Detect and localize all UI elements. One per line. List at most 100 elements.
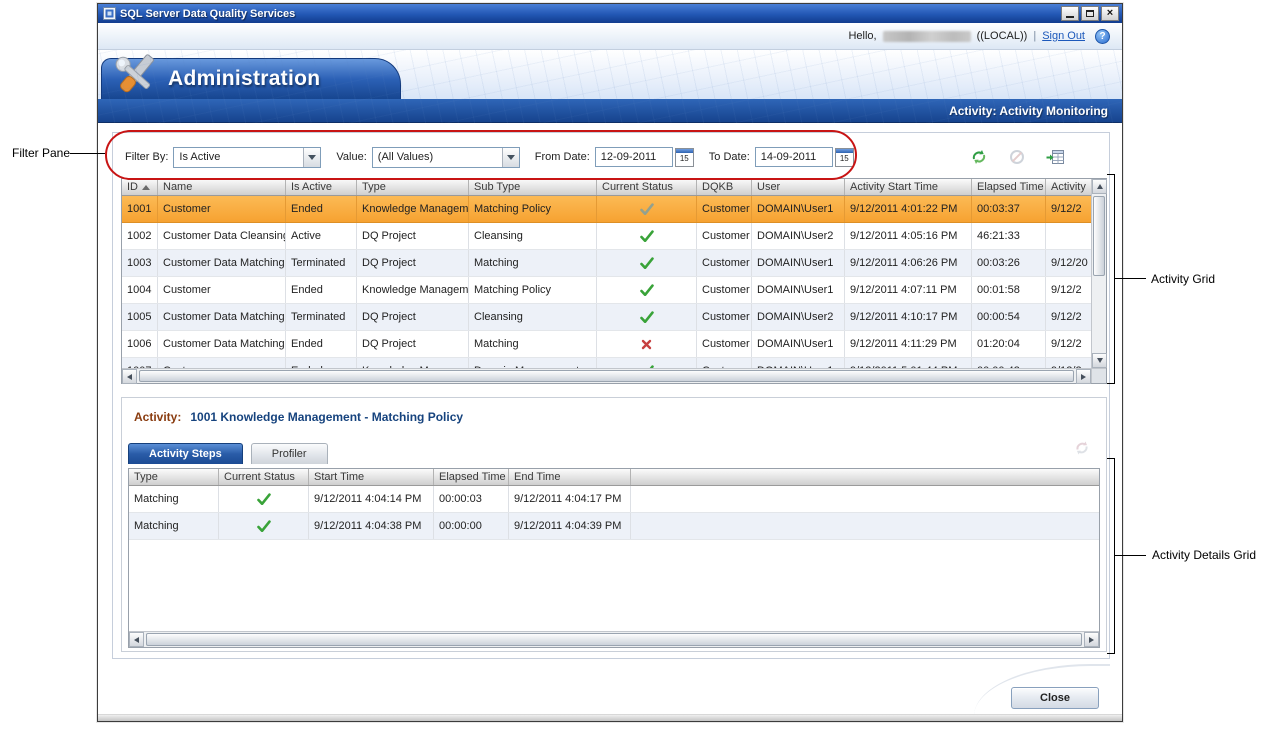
cell-elapsed: 00:03:26 (972, 250, 1046, 276)
chevron-down-icon[interactable] (502, 148, 519, 167)
calendar-icon[interactable]: 15 (675, 148, 694, 167)
column-header-elapsed[interactable]: Elapsed Time (972, 179, 1046, 195)
cell-user: DOMAIN\User1 (752, 358, 845, 368)
cell-dqkb: Customer (697, 223, 752, 249)
activity-value: 1001 Knowledge Management - Matching Pol… (190, 410, 463, 424)
sign-out-link[interactable]: Sign Out (1042, 30, 1085, 42)
scroll-left-button[interactable] (122, 369, 137, 384)
column-header-start-time[interactable]: Activity Start Time (845, 179, 972, 195)
to-date-label: To Date: (709, 151, 750, 163)
column-header-current-status[interactable]: Current Status (597, 179, 697, 195)
column-header-activity-end[interactable]: Activity (1046, 179, 1091, 195)
horizontal-scrollbar[interactable] (122, 368, 1091, 383)
cell-current-status (597, 331, 697, 357)
cell-type: Matching (129, 486, 219, 512)
filter-by-dropdown[interactable]: Is Active (173, 147, 321, 168)
tab-activity-steps[interactable]: Activity Steps (128, 443, 243, 464)
cell-sub-type: Matching Policy (469, 196, 597, 222)
tab-profiler[interactable]: Profiler (251, 443, 328, 464)
column-header-current-status[interactable]: Current Status (219, 469, 309, 485)
cell-user: DOMAIN\User2 (752, 304, 845, 330)
column-header-is-active[interactable]: Is Active (286, 179, 357, 195)
cell-start-time: 9/12/2011 4:06:26 PM (845, 250, 972, 276)
cell-is-active: Terminated (286, 250, 357, 276)
to-date-value: 14-09-2011 (761, 151, 816, 163)
cell-dqkb: Customer (697, 358, 752, 368)
grid-toolbar (969, 148, 1065, 166)
close-window-button[interactable]: × (1101, 6, 1119, 21)
column-header-name[interactable]: Name (158, 179, 286, 195)
scrollbar-thumb[interactable] (139, 370, 1074, 382)
chevron-down-icon[interactable] (303, 148, 320, 167)
cell-elapsed: 00:01:58 (972, 277, 1046, 303)
column-header-dqkb[interactable]: DQKB (697, 179, 752, 195)
cell-start-time: 9/12/2011 4:04:14 PM (309, 486, 434, 512)
scrollbar-thumb[interactable] (1093, 196, 1105, 276)
horizontal-scrollbar[interactable] (129, 631, 1099, 647)
scroll-right-button[interactable] (1076, 369, 1091, 384)
column-header-start-time[interactable]: Start Time (309, 469, 434, 485)
value-dropdown[interactable]: (All Values) (372, 147, 520, 168)
table-row[interactable]: 1003 Customer Data Matching Terminated D… (122, 250, 1091, 277)
cell-elapsed: 00:03:37 (972, 196, 1046, 222)
cell-activity-end: 9/12/2 (1046, 304, 1091, 330)
scrollbar-thumb[interactable] (146, 633, 1082, 646)
restore-button[interactable] (1081, 6, 1099, 21)
status-failed-icon (641, 339, 652, 350)
annotation-activity-details-grid: Activity Details Grid (1152, 548, 1256, 562)
cell-sub-type: Matching Policy (469, 277, 597, 303)
cell-current-status (597, 223, 697, 249)
cell-activity-end: 9/12/2 (1046, 358, 1091, 368)
table-row[interactable]: 1002 Customer Data Cleansing Active DQ P… (122, 223, 1091, 250)
column-header-type[interactable]: Type (129, 469, 219, 485)
scroll-up-button[interactable] (1092, 179, 1107, 194)
cell-type: Knowledge Management (357, 358, 469, 368)
titlebar: SQL Server Data Quality Services × (98, 4, 1122, 23)
table-row[interactable]: 1005 Customer Data Matching Terminated D… (122, 304, 1091, 331)
username-redacted (883, 31, 971, 42)
help-icon[interactable] (1095, 29, 1110, 44)
from-date-input[interactable]: 12-09-2011 (595, 147, 673, 167)
table-row[interactable]: 1001 Customer Ended Knowledge Management… (122, 196, 1091, 223)
vertical-scrollbar[interactable] (1091, 179, 1106, 368)
scroll-down-button[interactable] (1092, 353, 1107, 368)
annotation-bracket-activity-grid (1107, 174, 1115, 384)
refresh-icon[interactable] (969, 148, 989, 166)
column-header-end-time[interactable]: End Time (509, 469, 631, 485)
cell-sub-type: Domain Management (469, 358, 597, 368)
status-success-icon (640, 257, 654, 269)
column-header-type[interactable]: Type (357, 179, 469, 195)
window: SQL Server Data Quality Services × Hello… (97, 3, 1123, 722)
table-row[interactable]: 1007 Customer Ended Knowledge Management… (122, 358, 1091, 368)
details-grid-header: Type Current Status Start Time Elapsed T… (129, 469, 1099, 486)
column-header-user[interactable]: User (752, 179, 845, 195)
cell-start-time: 9/12/2011 4:11:29 PM (845, 331, 972, 357)
table-row[interactable]: 1004 Customer Ended Knowledge Management… (122, 277, 1091, 304)
calendar-day: 15 (676, 153, 693, 165)
cell-elapsed: 01:20:04 (972, 331, 1046, 357)
cell-activity-end: 9/12/2 (1046, 277, 1091, 303)
grid-header: ID Name Is Active Type Sub Type Current … (122, 179, 1091, 196)
minimize-icon (1066, 16, 1074, 18)
column-header-filler (631, 469, 1099, 485)
close-button[interactable]: Close (1011, 687, 1099, 709)
scroll-left-button[interactable] (129, 632, 144, 647)
column-header-sub-type[interactable]: Sub Type (469, 179, 597, 195)
annotation-line (1115, 278, 1146, 279)
calendar-icon[interactable]: 15 (835, 148, 854, 167)
banner-activity-bar: Activity: Activity Monitoring (98, 99, 1122, 123)
column-header-elapsed[interactable]: Elapsed Time (434, 469, 509, 485)
table-row[interactable]: 1006 Customer Data Matching Ended DQ Pro… (122, 331, 1091, 358)
minimize-button[interactable] (1061, 6, 1079, 21)
cell-dqkb: Customer (697, 304, 752, 330)
scroll-right-button[interactable] (1084, 632, 1099, 647)
column-header-id[interactable]: ID (122, 179, 158, 195)
cell-current-status (219, 486, 309, 512)
table-row[interactable]: Matching 9/12/2011 4:04:14 PM 00:00:03 9… (129, 486, 1099, 513)
user-bar: Hello, ((LOCAL)) | Sign Out (98, 23, 1122, 50)
table-row[interactable]: Matching 9/12/2011 4:04:38 PM 00:00:00 9… (129, 513, 1099, 540)
cell-is-active: Ended (286, 331, 357, 357)
to-date-input[interactable]: 14-09-2011 (755, 147, 833, 167)
export-to-excel-icon[interactable] (1045, 148, 1065, 166)
window-title: SQL Server Data Quality Services (120, 8, 1059, 20)
